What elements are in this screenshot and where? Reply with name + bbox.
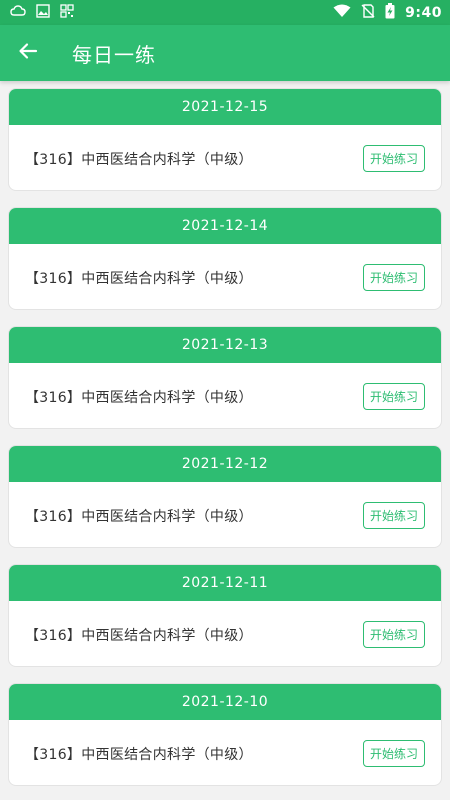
card-title: 【316】中西医结合内科学（中级） xyxy=(25,508,253,525)
card-title: 【316】中西医结合内科学（中级） xyxy=(25,389,253,406)
battery-charging-icon xyxy=(385,2,395,23)
back-button[interactable] xyxy=(0,25,56,81)
start-practice-button[interactable]: 开始练习 xyxy=(362,502,425,529)
notification-cloud-icon xyxy=(10,3,26,22)
status-time: 9:40 xyxy=(405,4,442,21)
exercise-list[interactable]: 2021-12-15 【316】中西医结合内科学（中级） 开始练习 2021-1… xyxy=(0,81,450,800)
exercise-card: 2021-12-15 【316】中西医结合内科学（中级） 开始练习 xyxy=(8,88,442,191)
app-bar: 每日一练 xyxy=(0,25,450,81)
card-date: 2021-12-11 xyxy=(9,565,441,601)
no-sim-icon xyxy=(361,3,375,22)
wifi-icon xyxy=(333,3,351,22)
card-title: 【316】中西医结合内科学（中级） xyxy=(25,746,253,763)
card-title: 【316】中西医结合内科学（中级） xyxy=(25,270,253,287)
card-date: 2021-12-14 xyxy=(9,208,441,244)
exercise-card: 2021-12-14 【316】中西医结合内科学（中级） 开始练习 xyxy=(8,207,442,310)
card-title: 【316】中西医结合内科学（中级） xyxy=(25,627,253,644)
card-title: 【316】中西医结合内科学（中级） xyxy=(25,151,253,168)
qr-code-icon xyxy=(60,3,74,22)
page-title: 每日一练 xyxy=(72,42,156,67)
card-date: 2021-12-10 xyxy=(9,684,441,720)
status-bar: 9:40 xyxy=(0,0,450,25)
start-practice-button[interactable]: 开始练习 xyxy=(362,740,425,767)
card-date: 2021-12-12 xyxy=(9,446,441,482)
card-date: 2021-12-15 xyxy=(9,89,441,125)
arrow-left-icon xyxy=(18,41,38,65)
start-practice-button[interactable]: 开始练习 xyxy=(362,383,425,410)
start-practice-button[interactable]: 开始练习 xyxy=(362,145,425,172)
start-practice-button[interactable]: 开始练习 xyxy=(362,264,425,291)
image-icon xyxy=(36,3,50,22)
exercise-card: 2021-12-12 【316】中西医结合内科学（中级） 开始练习 xyxy=(8,445,442,548)
card-date: 2021-12-13 xyxy=(9,327,441,363)
exercise-card: 2021-12-10 【316】中西医结合内科学（中级） 开始练习 xyxy=(8,683,442,786)
exercise-card: 2021-12-13 【316】中西医结合内科学（中级） 开始练习 xyxy=(8,326,442,429)
exercise-card: 2021-12-11 【316】中西医结合内科学（中级） 开始练习 xyxy=(8,564,442,667)
start-practice-button[interactable]: 开始练习 xyxy=(362,621,425,648)
